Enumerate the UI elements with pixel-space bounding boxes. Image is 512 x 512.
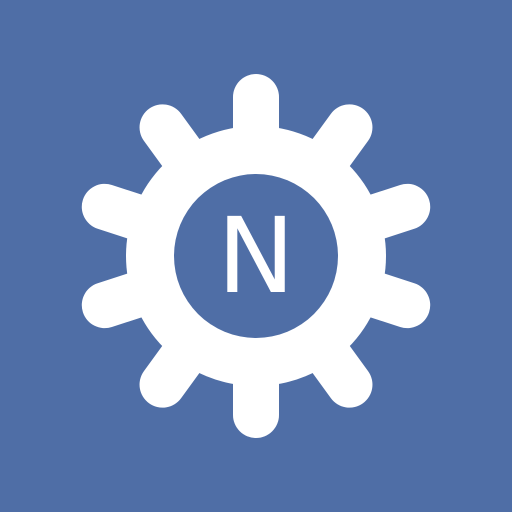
hub-letter: N — [217, 195, 295, 317]
ship-wheel-gear-icon: N — [0, 0, 512, 512]
app-icon-tile: N — [0, 0, 512, 512]
